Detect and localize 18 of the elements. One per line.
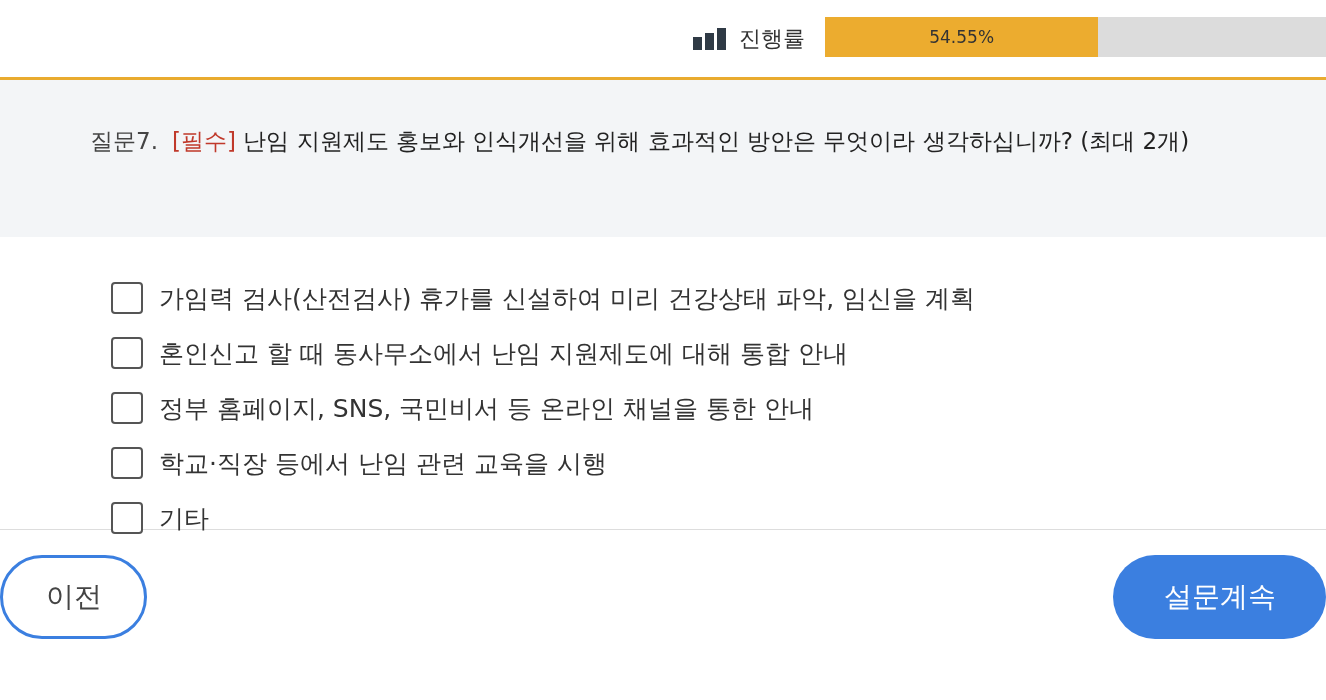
checkbox[interactable] [111, 502, 143, 534]
option-label[interactable]: 혼인신고 할 때 동사무소에서 난임 지원제도에 대해 통합 안내 [159, 336, 848, 370]
option-label[interactable]: 기타 [159, 501, 209, 535]
previous-button[interactable]: 이전 [0, 555, 147, 639]
checkbox[interactable] [111, 447, 143, 479]
required-tag: [필수] [171, 128, 236, 154]
question-text: 난임 지원제도 홍보와 인식개선을 위해 효과적인 방안은 무엇이라 생각하십니까? (최대 2개) [243, 128, 1190, 154]
question-number: 질문7. [90, 128, 158, 154]
option-label[interactable]: 가임력 검사(산전검사) 휴가를 신설하여 미리 건강상태 파악, 임신을 계획 [159, 281, 976, 315]
checkbox[interactable] [111, 282, 143, 314]
option-label[interactable]: 정부 홈페이지, SNS, 국민비서 등 온라인 채널을 통한 안내 [159, 391, 814, 425]
option-label[interactable]: 학교·직장 등에서 난임 관련 교육을 시행 [159, 446, 607, 480]
checkbox[interactable] [111, 337, 143, 369]
continue-button[interactable]: 설문계속 [1113, 555, 1326, 639]
checkbox[interactable] [111, 392, 143, 424]
progress-label: 진행률 [739, 24, 805, 53]
progress-reading: 54.55% [929, 26, 995, 47]
bar-chart-icon [693, 27, 727, 50]
